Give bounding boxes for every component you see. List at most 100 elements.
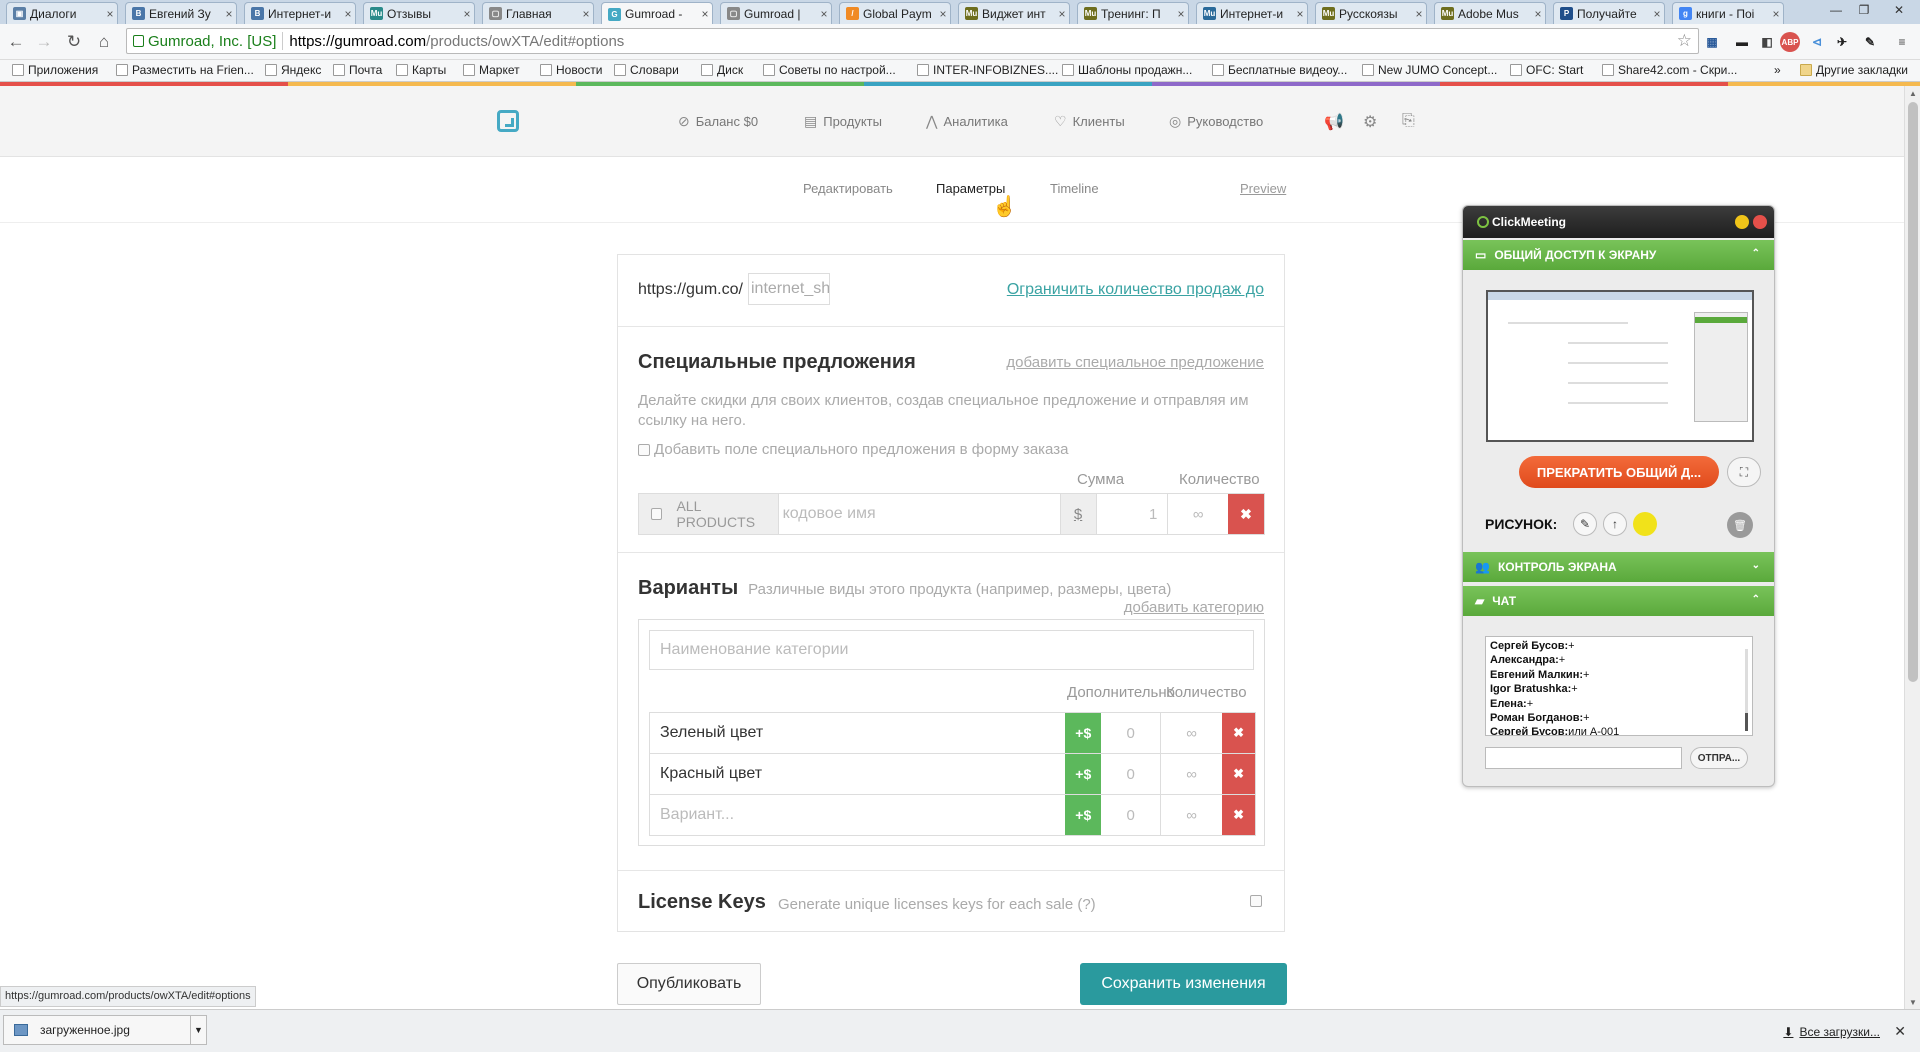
browser-tab[interactable]: B Евгений Зу × (125, 2, 237, 24)
add-offer-link[interactable]: добавить специальное предложение (1006, 354, 1264, 371)
bookmark-item[interactable]: Яндекс (265, 63, 321, 77)
nav-analytics[interactable]: ⋀ Аналитика (926, 113, 1008, 130)
color-picker[interactable] (1633, 512, 1657, 536)
bookmark-item[interactable]: Маркет (463, 63, 520, 77)
variant-quantity-input[interactable]: ∞ (1161, 713, 1222, 753)
close-tab-icon[interactable]: × (1650, 7, 1664, 21)
browser-tab[interactable]: G Gumroad - × (601, 2, 713, 25)
adblock-icon[interactable]: ABP (1780, 32, 1800, 52)
trash-icon[interactable]: 🗑 (1727, 512, 1753, 538)
browser-tab[interactable]: ▢ Gumroad | × (720, 2, 832, 24)
browser-tab[interactable]: g книги - Поі × (1672, 2, 1784, 24)
bookmark-item[interactable]: Бесплатные видеоу... (1212, 63, 1347, 77)
chat-input[interactable] (1485, 747, 1682, 769)
remove-variant-button[interactable]: ✖ (1222, 754, 1255, 794)
home-icon[interactable]: ⌂ (92, 30, 116, 54)
bookmark-item[interactable]: Приложения (12, 63, 98, 77)
close-icon[interactable] (1753, 215, 1767, 229)
nav-guide[interactable]: ◎ Руководство (1169, 113, 1263, 130)
browser-tab[interactable]: Mu Adobe Mus × (1434, 2, 1546, 24)
variant-name-input[interactable]: Зеленый цвет (650, 713, 1065, 753)
offer-amount-input[interactable]: 1 (1097, 494, 1169, 534)
bookmark-item[interactable]: Карты (396, 63, 446, 77)
browser-tab[interactable]: / Global Paym × (839, 2, 951, 24)
pencil-icon[interactable]: ✎ (1858, 30, 1882, 54)
close-tab-icon[interactable]: × (1174, 7, 1188, 21)
other-bookmarks[interactable]: Другие закладки (1800, 63, 1908, 77)
browser-tab[interactable]: Mu Виджет инт × (958, 2, 1070, 24)
extension-icon[interactable]: ◧ (1755, 30, 1779, 54)
variant-price-input[interactable]: 0 (1101, 713, 1162, 753)
close-downloads-icon[interactable]: ✕ (1894, 1023, 1906, 1040)
browser-tab[interactable]: P Получайте × (1553, 2, 1665, 24)
bookmark-item[interactable]: Шаблоны продажн... (1062, 63, 1192, 77)
offer-quantity-input[interactable]: ∞ (1168, 494, 1228, 534)
nav-balance[interactable]: ⊘ Баланс $0 (678, 113, 758, 130)
address-bar[interactable]: Gumroad, Inc. [US] https://gumroad.com/p… (126, 28, 1699, 54)
tab-timeline[interactable]: Timeline (1050, 181, 1099, 196)
page-scrollbar[interactable]: ▲ ▼ (1904, 86, 1920, 1009)
logout-icon[interactable]: ⎘ (1402, 112, 1415, 130)
add-category-link[interactable]: добавить категорию (1124, 599, 1264, 616)
close-tab-icon[interactable]: × (1412, 7, 1426, 21)
price-mode-button[interactable]: +$ (1065, 795, 1102, 835)
chat-scrollbar[interactable] (1745, 649, 1748, 731)
nav-customers[interactable]: ♡ Клиенты (1054, 113, 1125, 130)
variant-quantity-input[interactable]: ∞ (1161, 795, 1222, 835)
close-tab-icon[interactable]: × (341, 7, 355, 21)
clickmeeting-titlebar[interactable]: ClickMeeting (1463, 206, 1774, 238)
extension-icon[interactable]: ✈ (1830, 30, 1854, 54)
share-icon[interactable]: ⊲ (1805, 30, 1829, 54)
all-products-checkbox[interactable] (651, 508, 663, 520)
screen-share-header[interactable]: ▭ ОБЩИЙ ДОСТУП К ЭКРАНУ ⌃ (1463, 240, 1774, 270)
scroll-up-icon[interactable]: ▲ (1905, 86, 1920, 100)
chevron-down-icon[interactable]: ▼ (190, 1016, 206, 1044)
offer-field-option[interactable]: Добавить поле специального предложения в… (638, 441, 1068, 458)
all-downloads-link[interactable]: ⬇ Все загрузки... (1783, 1025, 1880, 1039)
save-button[interactable]: Сохранить изменения (1080, 963, 1287, 1005)
menu-icon[interactable]: ≡ (1890, 30, 1914, 54)
variant-price-input[interactable]: 0 (1101, 754, 1162, 794)
bookmark-item[interactable]: Словари (614, 63, 679, 77)
megaphone-icon[interactable]: 📢 (1324, 112, 1344, 132)
close-tab-icon[interactable]: × (222, 7, 236, 21)
tab-edit[interactable]: Редактировать (803, 181, 893, 196)
close-tab-icon[interactable]: × (460, 7, 474, 21)
forward-icon[interactable]: → (32, 30, 56, 54)
close-tab-icon[interactable]: × (817, 7, 831, 21)
all-products-toggle[interactable]: ALL PRODUCTS (639, 494, 779, 534)
browser-tab[interactable]: B Интернет-и × (244, 2, 356, 24)
restore-icon[interactable]: ❐ (1850, 0, 1878, 20)
reload-icon[interactable]: ↻ (62, 30, 86, 54)
price-mode-button[interactable]: +$ (1065, 754, 1102, 794)
close-tab-icon[interactable]: × (1769, 7, 1783, 21)
remove-offer-button[interactable]: ✖ (1228, 494, 1264, 534)
bookmark-item[interactable]: Share42.com - Скри... (1602, 63, 1737, 77)
pointer-icon[interactable]: ↑ (1603, 512, 1627, 536)
close-tab-icon[interactable]: × (1531, 7, 1545, 21)
secure-badge[interactable]: Gumroad, Inc. [US] (127, 33, 282, 50)
remove-variant-button[interactable]: ✖ (1222, 713, 1255, 753)
variant-price-input[interactable]: 0 (1101, 795, 1162, 835)
offer-code-input[interactable]: кодовое имя (779, 494, 1061, 534)
publish-button[interactable]: Опубликовать (617, 963, 761, 1005)
variant-name-input[interactable]: Красный цвет (650, 754, 1065, 794)
preview-link[interactable]: Preview (1240, 181, 1286, 196)
remove-variant-button[interactable]: ✖ (1222, 795, 1255, 835)
gumroad-logo[interactable] (497, 110, 519, 132)
category-name-input[interactable]: Наименование категории (649, 630, 1254, 670)
browser-tab[interactable]: ▣ Диалоги × (6, 2, 118, 24)
bookmark-item[interactable]: Диск (701, 63, 743, 77)
download-item[interactable]: загруженное.jpg ▼ (3, 1015, 207, 1045)
close-window-icon[interactable]: ✕ (1878, 0, 1920, 20)
extension-icon[interactable]: ▬ (1730, 30, 1754, 54)
close-tab-icon[interactable]: × (698, 7, 712, 21)
fullscreen-icon[interactable]: ⛶ (1727, 457, 1761, 487)
bookmark-item[interactable]: OFC: Start (1510, 63, 1583, 77)
bookmark-item[interactable]: INTER-INFOBIZNES.... (917, 63, 1058, 77)
limit-sales-link[interactable]: Ограничить количество продаж до (1007, 281, 1264, 299)
new-variant-input[interactable]: Вариант... (650, 795, 1065, 835)
screen-control-header[interactable]: 👥 КОНТРОЛЬ ЭКРАНА ⌄ (1463, 552, 1774, 582)
browser-tab[interactable]: Mu Отзывы × (363, 2, 475, 24)
minimize-icon[interactable]: — (1822, 0, 1850, 20)
